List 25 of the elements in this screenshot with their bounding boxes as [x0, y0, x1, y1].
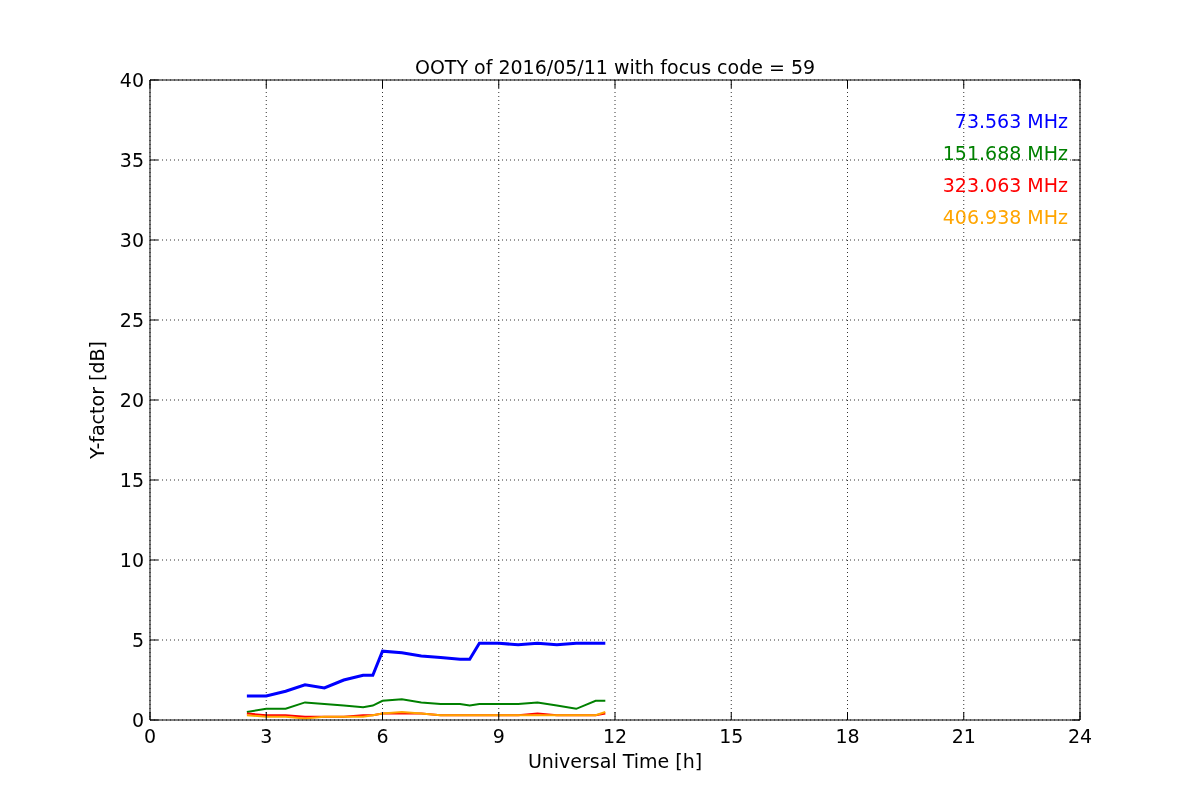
x-tick-label: 18	[835, 725, 860, 747]
legend-label: 151.688 MHz	[942, 142, 1068, 164]
y-tick-label: 5	[131, 629, 144, 651]
y-tick-label: 10	[119, 549, 144, 571]
legend-label: 323.063 MHz	[942, 174, 1068, 196]
y-tick-label: 20	[119, 389, 144, 411]
y-tick-label: 15	[119, 469, 144, 491]
x-tick-label: 3	[260, 725, 273, 747]
legend-label: 73.563 MHz	[954, 110, 1068, 132]
y-tick-label: 35	[119, 149, 144, 171]
x-tick-label: 24	[1067, 725, 1093, 747]
x-tick-label: 12	[602, 725, 628, 747]
legend-label: 406.938 MHz	[942, 206, 1068, 228]
x-tick-label: 15	[719, 725, 744, 747]
chart-title: OOTY of 2016/05/11 with focus code = 59	[414, 56, 816, 78]
x-axis-label: Universal Time [h]	[527, 750, 703, 772]
y-tick-label: 40	[119, 69, 144, 91]
y-tick-label: 25	[119, 309, 144, 331]
x-tick-label: 6	[376, 725, 389, 747]
x-tick-label: 0	[143, 725, 157, 747]
y-tick-label: 0	[131, 709, 144, 731]
y-axis-label: Y-factor [dB]	[86, 341, 108, 459]
x-tick-label: 9	[492, 725, 505, 747]
x-tick-label: 21	[951, 725, 976, 747]
y-tick-label: 30	[119, 229, 144, 251]
